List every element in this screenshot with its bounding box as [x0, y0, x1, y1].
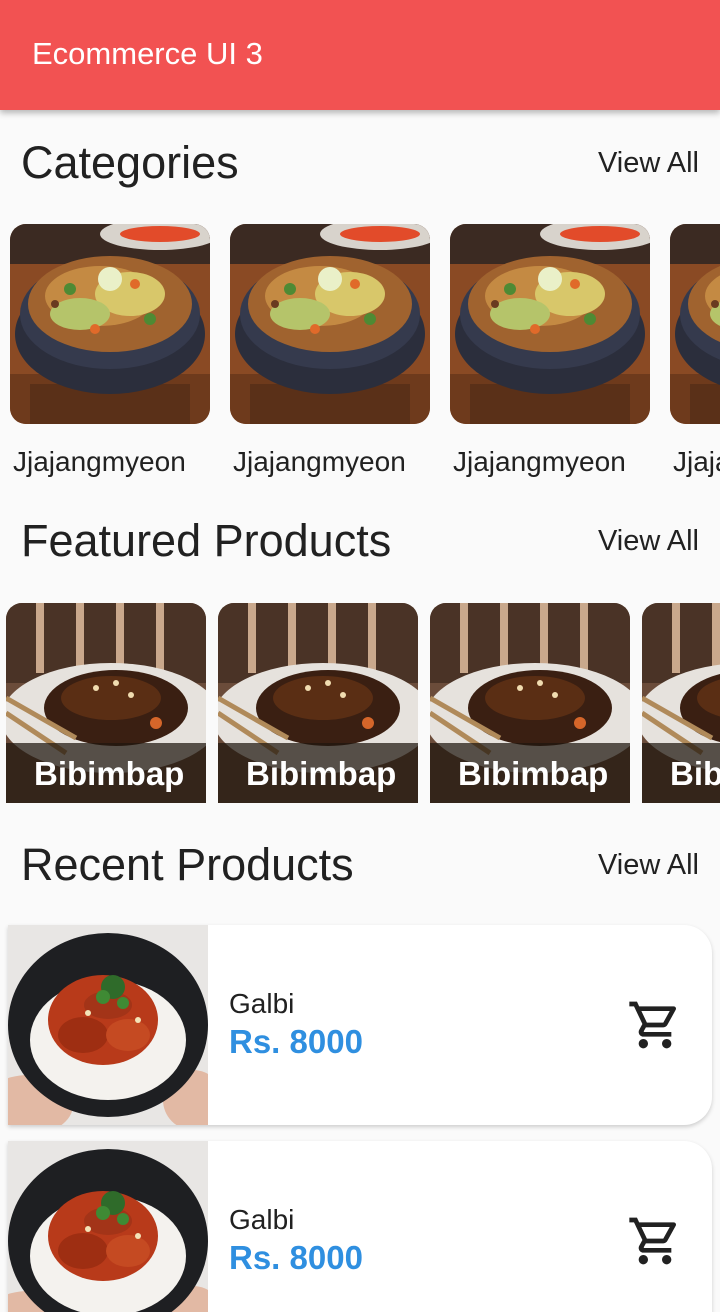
recent-product-image	[8, 1141, 208, 1312]
featured-item[interactable]: Bibimbap	[430, 603, 630, 803]
recent-product-card[interactable]: Galbi Rs. 8000	[8, 1141, 712, 1312]
featured-item[interactable]: Bibimbap	[218, 603, 418, 803]
categories-title: Categories	[21, 137, 239, 188]
app-title: Ecommerce UI 3	[32, 36, 263, 71]
featured-list[interactable]: Bibimbap Bibimbap Bibimbap Bibimbap	[0, 603, 720, 803]
product-name: Galbi	[229, 1204, 295, 1235]
category-item[interactable]: Jjajangmyeon	[230, 224, 430, 477]
categories-header: Categories View All	[0, 133, 720, 193]
category-item[interactable]: Jjajangmyeon	[450, 224, 650, 477]
category-label: Jjajangmyeon	[13, 446, 186, 477]
product-price: Rs. 8000	[229, 1023, 363, 1060]
categories-list[interactable]: Jjajangmyeon Jjajangmyeon Jjajangmyeon J…	[0, 224, 720, 484]
product-name: Galbi	[229, 988, 295, 1019]
product-price: Rs. 8000	[229, 1239, 363, 1276]
recent-header: Recent Products View All	[0, 835, 720, 895]
featured-item[interactable]: Bibimbap	[642, 603, 720, 803]
category-image	[230, 224, 430, 424]
categories-view-all-button[interactable]: View All	[598, 133, 699, 193]
cart-icon	[629, 1217, 677, 1265]
featured-label: Bibimbap	[246, 755, 397, 792]
featured-label: Bibimbap	[34, 755, 185, 792]
recent-product-image	[8, 925, 208, 1125]
add-to-cart-button[interactable]	[626, 1213, 684, 1269]
category-label: Jjajangmyeon	[233, 446, 406, 477]
category-label: Jjajangmyeon	[673, 446, 720, 477]
add-to-cart-button[interactable]	[626, 997, 684, 1053]
category-item[interactable]: Jjajangmyeon	[10, 224, 210, 477]
featured-view-all-button[interactable]: View All	[598, 511, 699, 571]
featured-label: Bibimbap	[458, 755, 609, 792]
featured-title: Featured Products	[21, 515, 392, 566]
featured-item[interactable]: Bibimbap	[6, 603, 206, 803]
featured-header: Featured Products View All	[0, 511, 720, 571]
app-bar: Ecommerce UI 3	[0, 0, 720, 110]
category-label: Jjajangmyeon	[453, 446, 626, 477]
category-item[interactable]: Jjajangmyeon	[670, 224, 720, 477]
recent-title: Recent Products	[21, 839, 354, 890]
recent-view-all-button[interactable]: View All	[598, 835, 699, 895]
category-image	[10, 224, 210, 424]
featured-label: Bibimbap	[670, 755, 720, 792]
category-image	[670, 224, 720, 424]
recent-product-card[interactable]: Galbi Rs. 8000	[8, 925, 712, 1125]
category-image	[450, 224, 650, 424]
cart-icon	[629, 1001, 677, 1049]
